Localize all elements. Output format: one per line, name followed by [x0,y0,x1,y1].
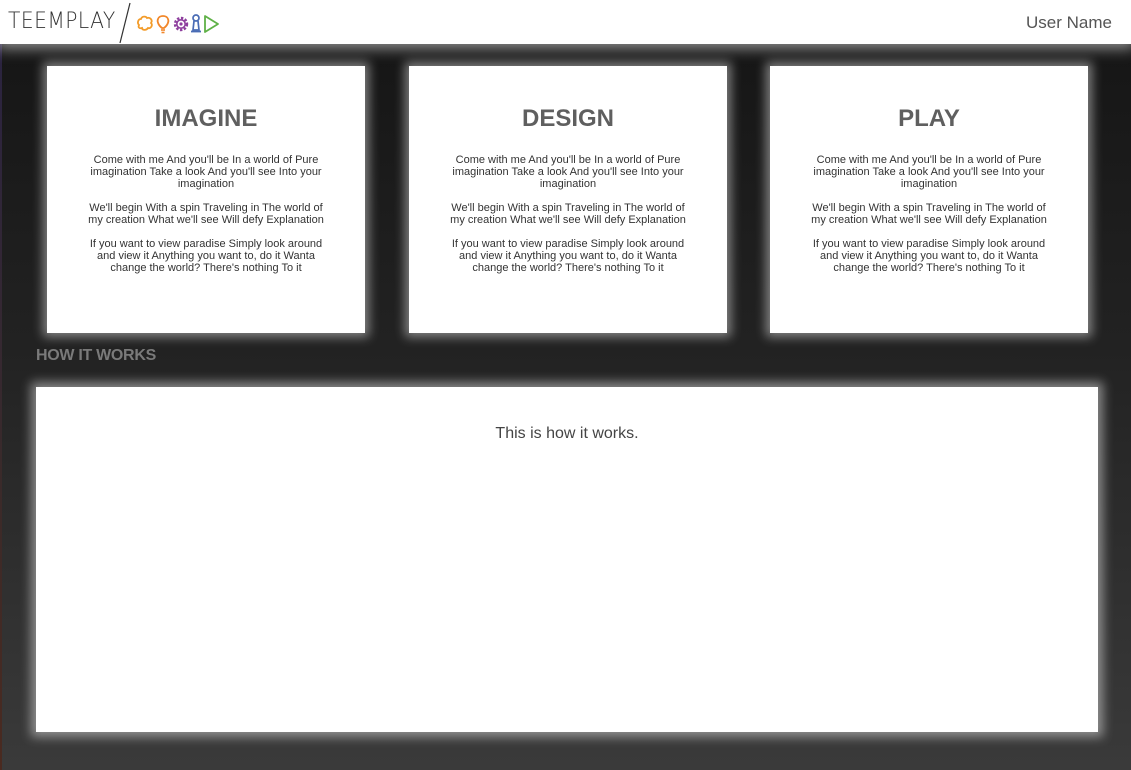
logo-wordmark[interactable]: TEEMPLAY [8,9,116,35]
card-title: PLAY [898,105,960,132]
card-paragraph: We'll begin With a spin Traveling in The… [450,202,686,226]
brain-icon [137,15,153,31]
card-paragraph: Come with me And you'll be In a world of… [452,154,684,190]
top-bar: TEEMPLAY User Name [0,0,1131,44]
card-paragraph: If you want to view paradise Simply look… [451,238,685,274]
logo-icons [137,14,219,34]
card-paragraph: If you want to view paradise Simply look… [812,238,1046,274]
card-imagine: IMAGINE Come with me And you'll be In a … [47,66,365,333]
card-paragraph: If you want to view paradise Simply look… [89,238,323,274]
how-it-works-panel: This is how it works. [36,387,1098,732]
card-paragraph: We'll begin With a spin Traveling in The… [811,202,1047,226]
how-it-works-text: This is how it works. [495,425,639,442]
card-title: IMAGINE [154,105,258,132]
gear-icon [173,16,189,32]
card-paragraph: We'll begin With a spin Traveling in The… [88,202,324,226]
play-icon [204,15,219,33]
card-play: PLAY Come with me And you'll be In a wor… [770,66,1088,333]
user-name-menu[interactable]: User Name [1026,13,1112,33]
window-edge [0,44,2,770]
card-title: DESIGN [521,105,614,132]
section-title-how-it-works: HOW IT WORKS [36,347,156,364]
lightbulb-icon [156,15,170,34]
card-paragraph: Come with me And you'll be In a world of… [90,154,322,190]
logo-slash-divider [119,2,131,44]
pawn-icon [191,14,201,33]
card-design: DESIGN Come with me And you'll be In a w… [409,66,727,333]
card-paragraph: Come with me And you'll be In a world of… [813,154,1045,190]
